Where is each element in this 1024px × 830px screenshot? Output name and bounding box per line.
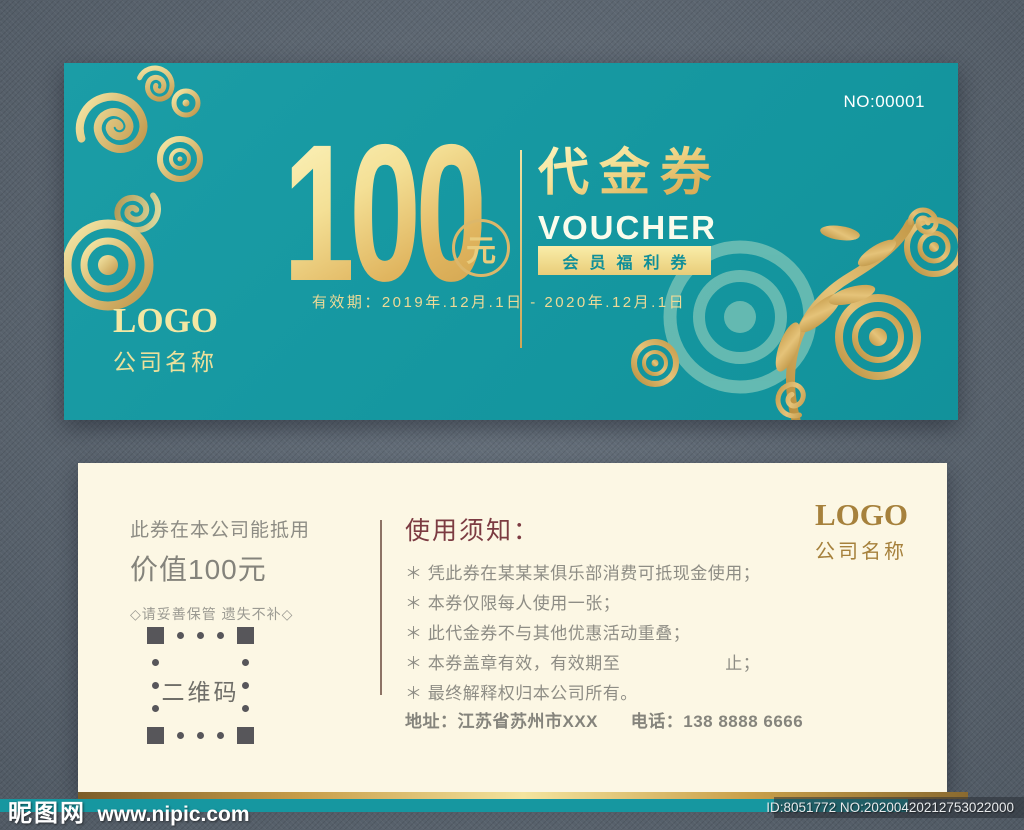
usage-note-1: ＊ 凭此券在某某某俱乐部消费可抵现金使用； (405, 564, 761, 583)
member-benefit-badge: 会员福利券 (538, 246, 711, 275)
address-text: 地址：江苏省苏州市XXX (405, 712, 599, 731)
qr-label: 二维码 (161, 679, 240, 705)
usage-note-3: ＊ 此代金券不与其他优惠活动重叠； (405, 624, 691, 643)
stub-value-block: 此券在本公司能抵用 价值100元 ◇请妥善保管 遗失不补◇ (130, 515, 310, 624)
voucher-title-english: VOUCHER (538, 209, 718, 246)
voucher-amount: 100 (283, 104, 487, 322)
voucher-company-name: 公司名称 (113, 348, 217, 375)
yuan-unit-label: 元 (466, 235, 496, 268)
stub-value-line2: 价值100元 (130, 554, 267, 585)
usage-note-2: ＊ 本券仅限每人使用一张； (405, 594, 621, 613)
voucher-logo-text: LOGO (113, 301, 219, 340)
voucher-logo-block: LOGO 公司名称 (113, 301, 219, 377)
design-preview-background: NO:00001 100 元 代金券 VOUCHER 会员福利券 有效期：201… (0, 0, 1024, 830)
image-id-text: ID:8051772 NO:20200420212753022000 (766, 800, 1014, 815)
stub-logo-block: LOGO 公司名称 (815, 497, 909, 564)
contact-line: 地址：江苏省苏州市XXX 电话：138 8888 6666 (405, 707, 831, 732)
stub-keep-note: ◇请妥善保管 遗失不补◇ (130, 606, 294, 622)
voucher-title-chinese: 代金券 (538, 141, 721, 205)
yuan-unit-circle: 元 (452, 219, 510, 277)
validity-period-text: 有效期：2019年.12月.1日 - 2020年.12月.1日 (311, 294, 687, 311)
usage-note-4: ＊ 本券盖章有效，有效期至 止； (405, 654, 761, 673)
voucher-card: NO:00001 100 元 代金券 VOUCHER 会员福利券 有效期：201… (64, 63, 958, 420)
stub-value-line1: 此券在本公司能抵用 (130, 520, 311, 541)
usage-note-5: ＊ 最终解释权归本公司所有。 (405, 684, 638, 703)
stub-logo-text: LOGO (815, 497, 909, 532)
voucher-serial-number: NO:00001 (843, 92, 925, 111)
stub-vertical-divider (380, 520, 382, 695)
phone-text: 电话：138 8888 6666 (630, 712, 804, 731)
usage-notice-title: 使用须知： (405, 517, 541, 545)
site-url-text: www.nipic.com (97, 803, 250, 826)
qr-placeholder: 二维码 (147, 627, 254, 744)
usage-notice-block: 使用须知： ＊ 凭此券在某某某俱乐部消费可抵现金使用； ＊ 本券仅限每人使用一张… (405, 511, 885, 709)
site-name-logo: 昵图网 (8, 800, 86, 827)
swirl-decoration-top-left (64, 65, 203, 311)
site-watermark: 昵图网 www.nipic.com (8, 793, 250, 828)
stub-company-name: 公司名称 (815, 540, 907, 563)
voucher-vertical-divider (520, 150, 522, 348)
voucher-stub-card: 此券在本公司能抵用 价值100元 ◇请妥善保管 遗失不补◇ 二维码 使用须知： … (78, 463, 947, 792)
